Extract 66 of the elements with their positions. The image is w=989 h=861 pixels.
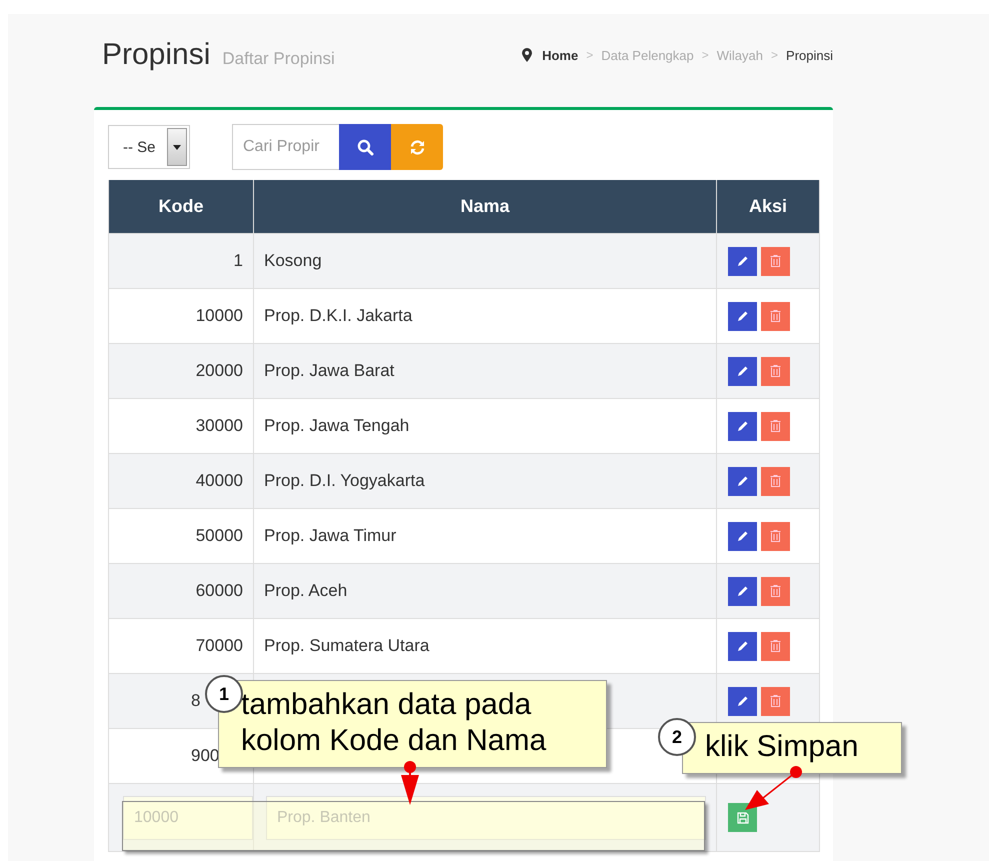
search-icon	[356, 138, 374, 156]
edit-button[interactable]	[728, 246, 757, 276]
trash-icon	[770, 310, 781, 322]
breadcrumb-link[interactable]: Home	[542, 48, 578, 62]
page-size-select[interactable]: -- Se	[108, 125, 190, 169]
column-header: Nama	[254, 180, 716, 234]
table-cell: Prop. Aceh	[264, 581, 348, 600]
trash-icon	[770, 420, 781, 432]
table-cell: Kosong	[264, 251, 322, 270]
table-cell: Prop. Jawa Tengah	[264, 416, 410, 435]
table-cell: Prop. D.K.I. Jakarta	[264, 306, 412, 325]
page-subtitle: Daftar Propinsi	[222, 49, 335, 69]
save-button[interactable]	[728, 803, 757, 832]
search-button[interactable]	[339, 124, 391, 170]
edit-button[interactable]	[728, 686, 757, 716]
refresh-icon	[408, 138, 426, 156]
table-cell: 40000	[196, 471, 243, 490]
pencil-icon	[736, 585, 748, 597]
table-cell: 50000	[196, 526, 243, 545]
trash-icon	[770, 255, 781, 267]
pencil-icon	[736, 695, 748, 707]
table-cell: 70000	[196, 636, 243, 655]
column-header: Aksi	[716, 180, 820, 234]
edit-button[interactable]	[728, 466, 757, 496]
page-title: Propinsi	[102, 38, 210, 72]
edit-button[interactable]	[728, 576, 757, 606]
table-cell: 900	[191, 746, 220, 765]
trash-icon	[770, 365, 781, 377]
pencil-icon	[736, 365, 748, 377]
pencil-icon	[736, 255, 748, 267]
search-field[interactable]: Cari Propir	[232, 124, 339, 170]
edit-button[interactable]	[728, 412, 757, 440]
callout-note: klik Simpan	[682, 722, 902, 774]
edit-button[interactable]	[728, 302, 757, 330]
trash-icon	[770, 475, 781, 487]
breadcrumb-separator: >	[586, 48, 594, 62]
trash-icon	[770, 585, 781, 597]
edit-button[interactable]	[728, 356, 757, 386]
map-pin-icon	[522, 48, 532, 62]
table-cell: Prop. D.I. Yogyakarta	[264, 471, 425, 490]
table-cell: Prop. Jawa Barat	[264, 361, 394, 380]
table-cell: 10000	[196, 306, 243, 325]
breadcrumb-current: Propinsi	[786, 48, 833, 62]
table-cell: 1	[234, 251, 243, 270]
dropdown-caret-icon[interactable]	[167, 128, 187, 166]
table-cell: 8	[191, 691, 200, 710]
pencil-icon	[736, 310, 748, 322]
edit-button[interactable]	[728, 632, 757, 660]
table-cell: Prop. Sumatera Utara	[264, 636, 430, 655]
table-cell: Prop. Jawa Timur	[264, 526, 396, 545]
pointer-arrow	[400, 761, 420, 805]
pencil-icon	[736, 475, 748, 487]
breadcrumb-separator: >	[702, 48, 709, 62]
trash-icon	[770, 530, 781, 542]
trash-icon	[770, 695, 781, 707]
trash-icon	[770, 640, 781, 652]
pencil-icon	[736, 530, 748, 542]
breadcrumb-separator: >	[771, 48, 778, 62]
table-cell: 30000	[196, 416, 243, 435]
pencil-icon	[736, 640, 748, 652]
edit-button[interactable]	[728, 522, 757, 550]
pointer-arrow	[743, 766, 803, 812]
table-cell: 60000	[196, 581, 243, 600]
column-header: Kode	[108, 180, 254, 234]
pencil-icon	[736, 420, 748, 432]
table-cell: 20000	[196, 361, 243, 380]
